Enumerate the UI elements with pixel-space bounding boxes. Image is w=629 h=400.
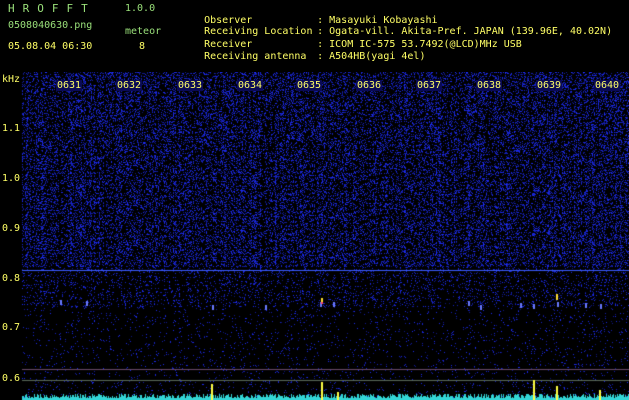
spectrogram — [0, 72, 629, 400]
time-tick-0632: 0632 — [116, 80, 143, 91]
time-tick-0635: 0635 — [296, 80, 323, 91]
time-tick-0631: 0631 — [56, 80, 83, 91]
time-tick-0634: 0634 — [237, 80, 264, 91]
time-tick-0633: 0633 — [177, 80, 204, 91]
freq-tick-1: 1.1 — [2, 123, 21, 134]
freq-tick-3: 0.9 — [2, 223, 21, 234]
app-version: 1.0.0 — [125, 3, 156, 14]
app-name: HROFFT — [8, 2, 96, 15]
time-tick-0639: 0639 — [536, 80, 563, 91]
file-name: 0508040630.png — [8, 20, 93, 31]
meteor-count: 8 — [139, 41, 146, 52]
freq-tick-5: 0.7 — [2, 322, 21, 333]
time-tick-0640: 0640 — [594, 80, 621, 91]
info-antenna: Receiving antenna: A504HB(yagi 4el) — [204, 51, 426, 62]
unit-label: kHz — [2, 74, 21, 85]
freq-tick-6: 0.6 — [2, 373, 21, 384]
date-time: 05.08.04 06:30 — [8, 41, 93, 52]
meteor-label: meteor — [125, 26, 162, 37]
time-tick-0637: 0637 — [416, 80, 443, 91]
freq-tick-4: 0.8 — [2, 273, 21, 284]
time-tick-0638: 0638 — [476, 80, 503, 91]
time-tick-0636: 0636 — [356, 80, 383, 91]
freq-tick-2: 1.0 — [2, 173, 21, 184]
